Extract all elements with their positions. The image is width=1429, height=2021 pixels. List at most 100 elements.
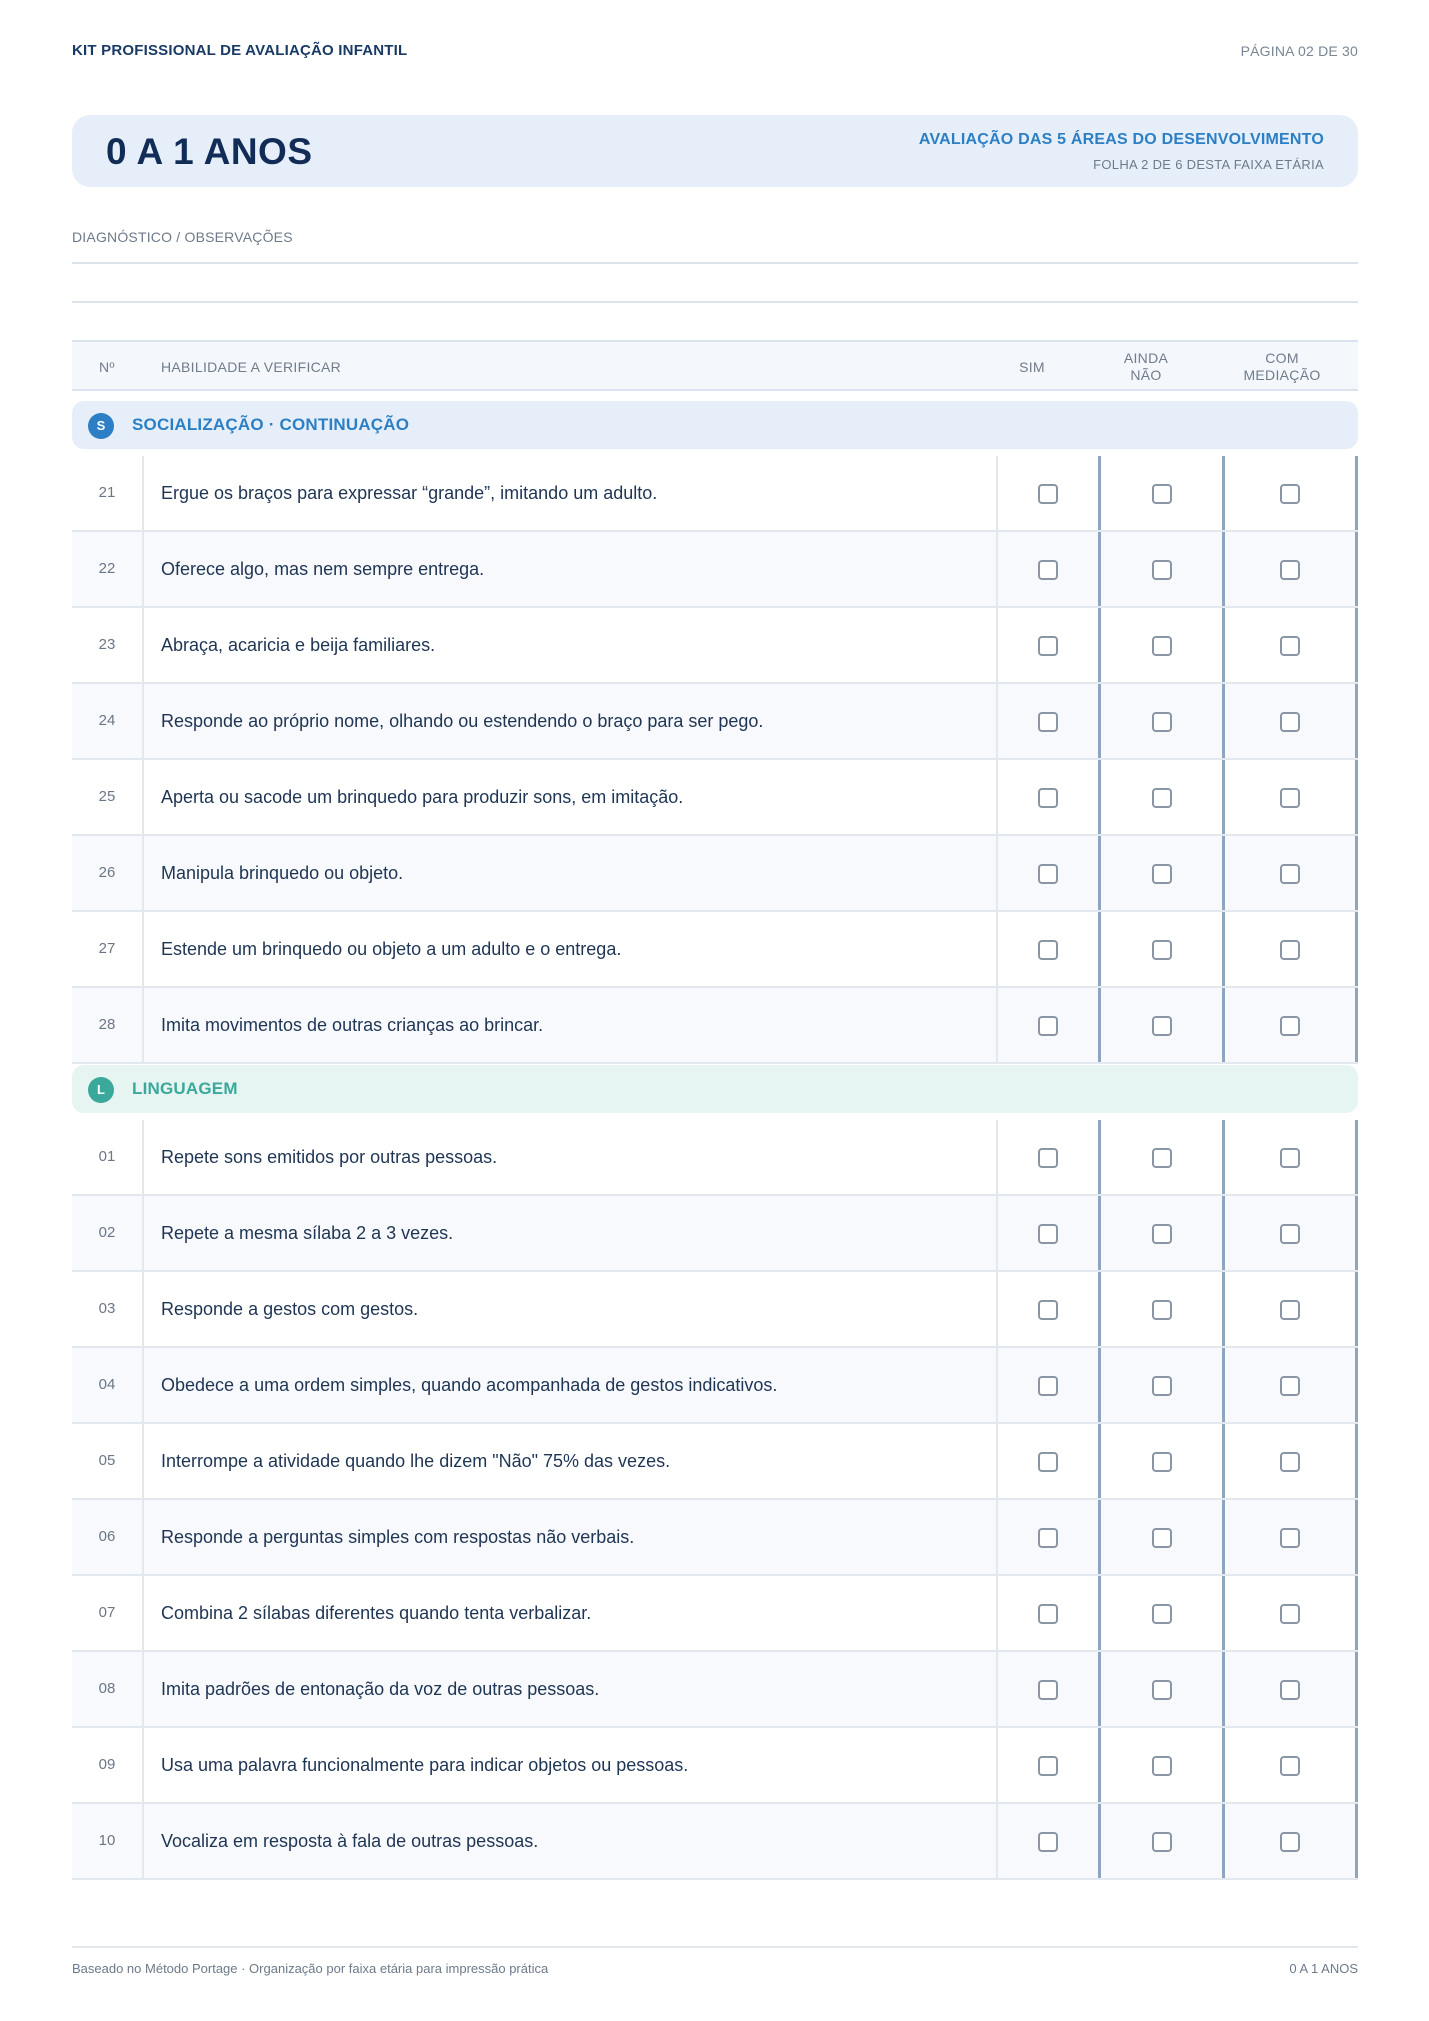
cell-sim <box>996 1424 1098 1498</box>
checkbox-sim[interactable] <box>1038 1300 1058 1320</box>
table-row: 07 Combina 2 sílabas diferentes quando te… <box>72 1576 1358 1652</box>
footer-note: Baseado no Método Portage · Organização … <box>72 1961 549 1976</box>
checkbox-ainda-nao[interactable] <box>1152 1148 1172 1168</box>
section-title: LINGUAGEM <box>132 1079 238 1098</box>
cell-sim <box>996 836 1098 910</box>
document-title: KIT PROFISSIONAL DE AVALIAÇÃO INFANTIL <box>72 42 408 59</box>
cell-com-mediacao <box>1222 1576 1358 1650</box>
table-row: 10 Vocaliza em resposta à fala de outras … <box>72 1804 1358 1880</box>
checkbox-com-mediacao[interactable] <box>1280 1756 1300 1776</box>
checkbox-sim[interactable] <box>1038 1604 1058 1624</box>
cell-sim <box>996 1196 1098 1270</box>
checkbox-com-mediacao[interactable] <box>1280 1376 1300 1396</box>
checkbox-sim[interactable] <box>1038 1224 1058 1244</box>
column-header-com-line1: COM <box>1265 350 1299 366</box>
checkbox-com-mediacao[interactable] <box>1280 1680 1300 1700</box>
checkbox-ainda-nao[interactable] <box>1152 940 1172 960</box>
cell-sim <box>996 912 1098 986</box>
checkbox-ainda-nao[interactable] <box>1152 1376 1172 1396</box>
checkbox-sim[interactable] <box>1038 1680 1058 1700</box>
cell-ainda-nao <box>1098 988 1222 1062</box>
checkbox-sim[interactable] <box>1038 1528 1058 1548</box>
checkbox-sim[interactable] <box>1038 864 1058 884</box>
checkbox-com-mediacao[interactable] <box>1280 484 1300 504</box>
item-number: 04 <box>72 1348 144 1422</box>
checkbox-sim[interactable] <box>1038 1016 1058 1036</box>
checkbox-ainda-nao[interactable] <box>1152 1224 1172 1244</box>
item-number: 10 <box>72 1804 144 1878</box>
checkbox-com-mediacao[interactable] <box>1280 1604 1300 1624</box>
checkbox-ainda-nao[interactable] <box>1152 1016 1172 1036</box>
checkbox-ainda-nao[interactable] <box>1152 1680 1172 1700</box>
diagnosis-writing-line[interactable] <box>72 301 1358 303</box>
cell-sim <box>996 1272 1098 1346</box>
footer-divider <box>72 1946 1358 1948</box>
checkbox-ainda-nao[interactable] <box>1152 636 1172 656</box>
checkbox-ainda-nao[interactable] <box>1152 712 1172 732</box>
cell-com-mediacao <box>1222 532 1358 606</box>
checkbox-sim[interactable] <box>1038 788 1058 808</box>
checkbox-com-mediacao[interactable] <box>1280 560 1300 580</box>
checkbox-ainda-nao[interactable] <box>1152 1452 1172 1472</box>
checkbox-ainda-nao[interactable] <box>1152 1604 1172 1624</box>
checkbox-com-mediacao[interactable] <box>1280 1224 1300 1244</box>
checkbox-ainda-nao[interactable] <box>1152 1300 1172 1320</box>
checkbox-com-mediacao[interactable] <box>1280 1528 1300 1548</box>
checkbox-com-mediacao[interactable] <box>1280 1148 1300 1168</box>
checkbox-ainda-nao[interactable] <box>1152 560 1172 580</box>
cell-sim <box>996 1500 1098 1574</box>
table-row: 21 Ergue os braços para expressar “grande… <box>72 456 1358 532</box>
cell-com-mediacao <box>1222 1272 1358 1346</box>
checkbox-sim[interactable] <box>1038 1148 1058 1168</box>
checkbox-sim[interactable] <box>1038 1452 1058 1472</box>
diagnosis-writing-line[interactable] <box>72 262 1358 264</box>
checkbox-sim[interactable] <box>1038 940 1058 960</box>
checkbox-sim[interactable] <box>1038 1832 1058 1852</box>
checkbox-com-mediacao[interactable] <box>1280 940 1300 960</box>
table-row: 25 Aperta ou sacode um brinquedo para pro… <box>72 760 1358 836</box>
checkbox-com-mediacao[interactable] <box>1280 712 1300 732</box>
skill-text: Interrompe a atividade quando lhe dizem … <box>161 1451 671 1471</box>
checkbox-ainda-nao[interactable] <box>1152 484 1172 504</box>
checkbox-ainda-nao[interactable] <box>1152 1756 1172 1776</box>
cell-ainda-nao <box>1098 1576 1222 1650</box>
column-header-com-mediacao: COM MEDIAÇÃO <box>1222 350 1342 384</box>
skill-text: Ergue os braços para expressar “grande”,… <box>161 483 658 503</box>
cell-ainda-nao <box>1098 1348 1222 1422</box>
checkbox-com-mediacao[interactable] <box>1280 864 1300 884</box>
cell-ainda-nao <box>1098 608 1222 682</box>
cell-sim <box>996 1728 1098 1802</box>
sheet-indicator: FOLHA 2 DE 6 DESTA FAIXA ETÁRIA <box>1093 157 1324 172</box>
checkbox-sim[interactable] <box>1038 1376 1058 1396</box>
checkbox-ainda-nao[interactable] <box>1152 1832 1172 1852</box>
checkbox-com-mediacao[interactable] <box>1280 1016 1300 1036</box>
age-range-title: 0 A 1 ANOS <box>106 131 313 172</box>
table-row: 28 Imita movimentos de outras crianças ao… <box>72 988 1358 1064</box>
item-number: 06 <box>72 1500 144 1574</box>
checkbox-com-mediacao[interactable] <box>1280 636 1300 656</box>
skill-text: Responde a gestos com gestos. <box>161 1299 419 1319</box>
checkbox-sim[interactable] <box>1038 636 1058 656</box>
footer-age-range: 0 A 1 ANOS <box>1289 1961 1358 1976</box>
checkbox-sim[interactable] <box>1038 1756 1058 1776</box>
table-row: 22 Oferece algo, mas nem sempre entrega. <box>72 532 1358 608</box>
checkbox-ainda-nao[interactable] <box>1152 1528 1172 1548</box>
checkbox-ainda-nao[interactable] <box>1152 788 1172 808</box>
checkbox-com-mediacao[interactable] <box>1280 1832 1300 1852</box>
cell-com-mediacao <box>1222 1120 1358 1194</box>
checkbox-sim[interactable] <box>1038 484 1058 504</box>
checkbox-sim[interactable] <box>1038 712 1058 732</box>
checkbox-ainda-nao[interactable] <box>1152 864 1172 884</box>
checkbox-com-mediacao[interactable] <box>1280 1300 1300 1320</box>
skill-text: Abraça, acaricia e beija familiares. <box>161 635 436 655</box>
skill-text: Repete sons emitidos por outras pessoas. <box>161 1147 498 1167</box>
cell-sim <box>996 456 1098 530</box>
cell-com-mediacao <box>1222 608 1358 682</box>
checkbox-sim[interactable] <box>1038 560 1058 580</box>
cell-com-mediacao <box>1222 1424 1358 1498</box>
skill-text: Responde ao próprio nome, olhando ou est… <box>161 711 764 731</box>
checkbox-com-mediacao[interactable] <box>1280 788 1300 808</box>
checkbox-com-mediacao[interactable] <box>1280 1452 1300 1472</box>
table-row: 27 Estende um brinquedo ou objeto a um ad… <box>72 912 1358 988</box>
assessment-subtitle: AVALIAÇÃO DAS 5 ÁREAS DO DESENVOLVIMENTO <box>918 131 1324 148</box>
